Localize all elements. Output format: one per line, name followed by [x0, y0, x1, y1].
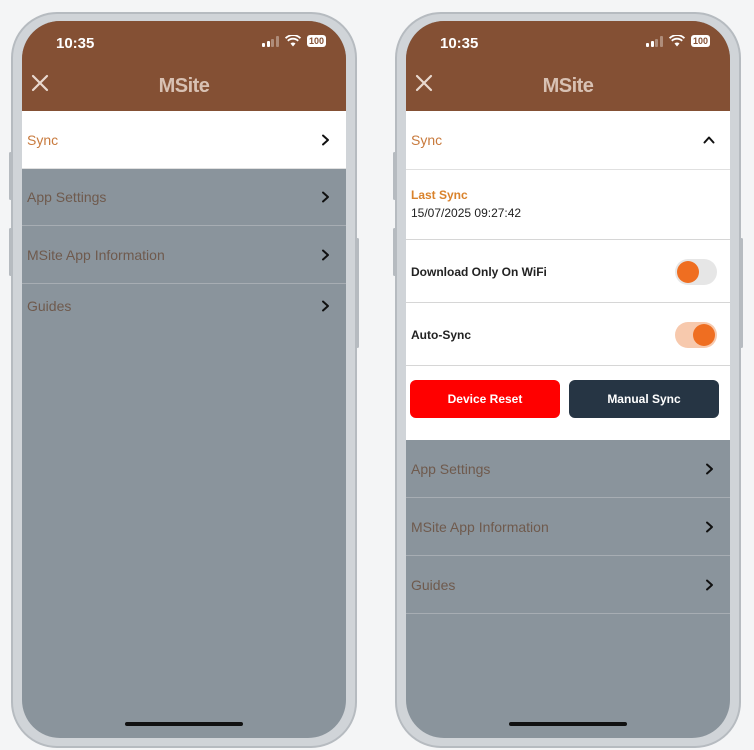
menu-item-app-settings[interactable]: App Settings — [406, 440, 730, 498]
status-time: 10:35 — [56, 35, 95, 52]
signal-icon — [646, 35, 663, 47]
wifi-icon — [668, 35, 685, 47]
download-wifi-row: Download Only On WiFi — [406, 239, 730, 303]
chevron-up-icon — [703, 136, 715, 144]
menu-item-label: App Settings — [27, 189, 107, 205]
toggle-knob — [677, 260, 699, 283]
app-header: 10:35 100 MSite — [22, 21, 346, 111]
menu-item-label: App Settings — [411, 460, 491, 477]
last-sync-value: 15/07/2025 09:27:42 — [411, 206, 522, 220]
manual-sync-button[interactable]: Manual Sync — [569, 380, 719, 418]
menu-item-label: Guides — [27, 298, 72, 314]
chevron-right-icon — [322, 300, 329, 312]
side-button — [740, 238, 743, 348]
side-button — [393, 228, 396, 276]
side-button — [393, 152, 396, 200]
menu-item-msite-app-information[interactable]: MSite App Information — [406, 498, 730, 556]
signal-icon — [262, 35, 279, 47]
menu-item-label: Sync — [411, 132, 443, 148]
menu-item-app-settings[interactable]: App Settings — [22, 169, 346, 226]
download-wifi-label: Download Only On WiFi — [411, 264, 547, 279]
phone-frame-right: 10:35 100 MSite Sync Last Sync 15/07/202… — [393, 12, 743, 748]
chevron-right-icon — [322, 249, 329, 260]
home-indicator[interactable] — [509, 722, 627, 726]
chevron-right-icon — [322, 134, 329, 145]
status-icons: 100 — [646, 35, 710, 47]
side-button — [9, 228, 12, 276]
phone-frame-left: 10:35 100 MSite Sync App Settings MSite … — [9, 12, 359, 748]
home-indicator[interactable] — [125, 722, 243, 726]
menu-item-label: Sync — [27, 131, 59, 148]
screen-right: 10:35 100 MSite Sync Last Sync 15/07/202… — [406, 21, 730, 738]
status-icons: 100 — [262, 35, 326, 47]
status-time: 10:35 — [440, 35, 479, 52]
action-buttons-row: Device Reset Manual Sync — [406, 365, 730, 440]
device-reset-button[interactable]: Device Reset — [410, 380, 560, 418]
chevron-right-icon — [706, 521, 713, 532]
sync-panel: Last Sync 15/07/2025 09:27:42 Download O… — [406, 170, 730, 440]
side-button — [9, 152, 12, 200]
menu-item-guides[interactable]: Guides — [406, 556, 730, 614]
menu-item-guides[interactable]: Guides — [22, 284, 346, 328]
menu-item-label: MSite App Information — [411, 518, 549, 535]
toggle-knob — [693, 323, 715, 346]
menu-item-sync[interactable]: Sync — [22, 111, 346, 169]
msite-logo: MSite — [158, 75, 210, 97]
auto-sync-toggle[interactable] — [675, 321, 717, 348]
auto-sync-row: Auto-Sync — [406, 302, 730, 366]
wifi-icon — [284, 35, 301, 47]
screen-left: 10:35 100 MSite Sync App Settings MSite … — [22, 21, 346, 738]
menu-item-label: Guides — [411, 576, 456, 593]
battery-icon: 100 — [306, 35, 326, 47]
chevron-right-icon — [706, 579, 713, 590]
download-wifi-toggle[interactable] — [675, 258, 717, 285]
chevron-right-icon — [706, 463, 713, 474]
app-header: 10:35 100 MSite — [406, 21, 730, 111]
menu-item-label: MSite App Information — [27, 246, 165, 263]
side-button — [356, 238, 359, 348]
menu-item-msite-app-information[interactable]: MSite App Information — [22, 226, 346, 284]
auto-sync-label: Auto-Sync — [411, 327, 471, 342]
menu-item-sync-expanded[interactable]: Sync — [406, 111, 730, 170]
last-sync-title: Last Sync — [411, 188, 468, 202]
chevron-right-icon — [322, 191, 329, 203]
battery-icon: 100 — [690, 35, 710, 47]
msite-logo: MSite — [542, 75, 594, 97]
